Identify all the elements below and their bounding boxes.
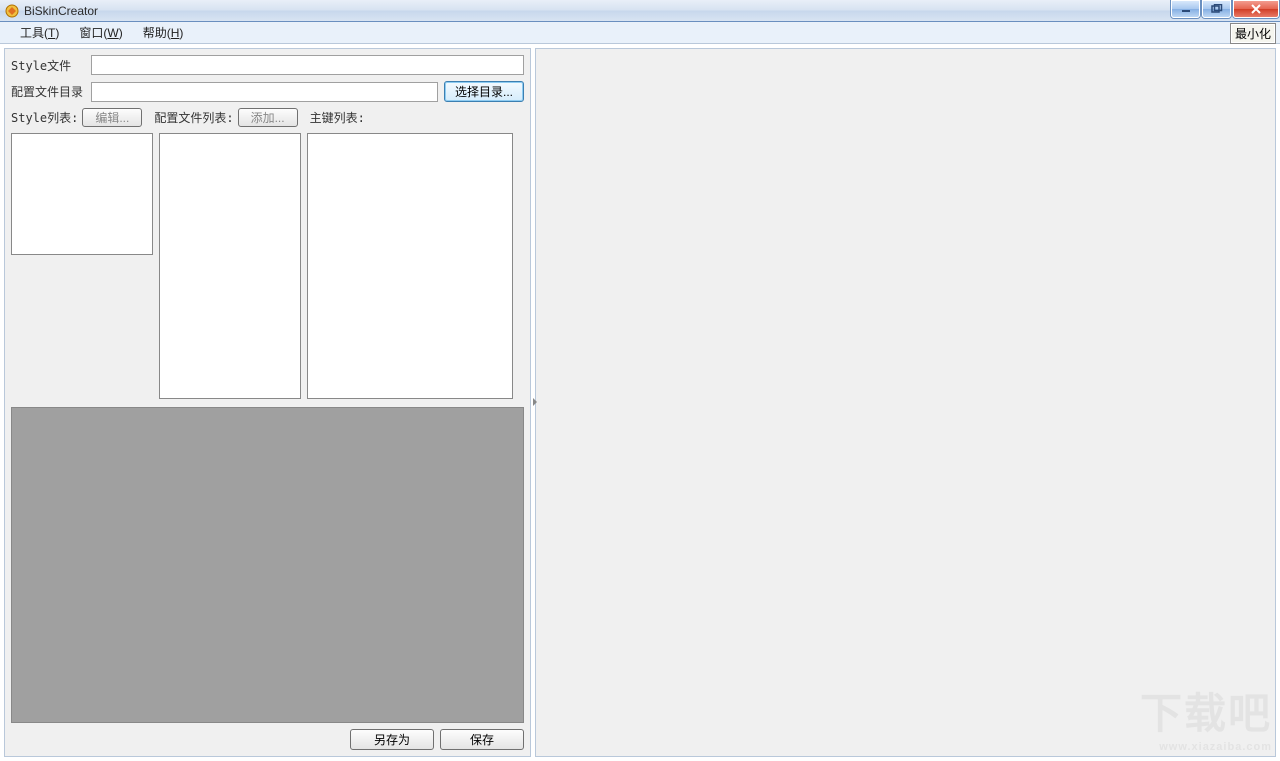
titlebar: BiSkinCreator bbox=[0, 0, 1280, 22]
close-button[interactable] bbox=[1233, 0, 1279, 18]
minimize-corner-button[interactable]: 最小化 bbox=[1230, 23, 1276, 44]
choose-directory-button[interactable]: 选择目录... bbox=[444, 81, 524, 102]
config-listbox[interactable] bbox=[159, 133, 301, 399]
right-panel bbox=[535, 48, 1276, 757]
style-list-label: Style列表: bbox=[11, 109, 78, 126]
save-button[interactable]: 保存 bbox=[440, 729, 524, 750]
app-icon bbox=[4, 3, 20, 19]
edit-style-button[interactable]: 编辑... bbox=[82, 108, 142, 127]
main-area: Style文件 配置文件目录 选择目录... Style列表: 编辑... 配置… bbox=[0, 44, 1280, 761]
left-panel: Style文件 配置文件目录 选择目录... Style列表: 编辑... 配置… bbox=[4, 48, 531, 757]
add-config-button[interactable]: 添加... bbox=[238, 108, 298, 127]
splitter-handle[interactable] bbox=[532, 395, 538, 403]
window-controls bbox=[1171, 0, 1279, 18]
config-dir-input[interactable] bbox=[91, 82, 438, 102]
style-file-input[interactable] bbox=[91, 55, 524, 75]
config-dir-label: 配置文件目录 bbox=[11, 83, 85, 100]
key-listbox[interactable] bbox=[307, 133, 513, 399]
minimize-button[interactable] bbox=[1171, 0, 1200, 18]
style-file-label: Style文件 bbox=[11, 57, 85, 74]
window-title: BiSkinCreator bbox=[24, 4, 98, 18]
save-as-button[interactable]: 另存为 bbox=[350, 729, 434, 750]
menu-window[interactable]: 窗口(W) bbox=[69, 22, 132, 43]
style-listbox[interactable] bbox=[11, 133, 153, 255]
key-list-label: 主键列表: bbox=[310, 109, 365, 126]
maximize-button[interactable] bbox=[1202, 0, 1231, 18]
menu-help[interactable]: 帮助(H) bbox=[133, 22, 194, 43]
preview-area bbox=[11, 407, 524, 723]
lists-row bbox=[11, 133, 524, 399]
menu-tools[interactable]: 工具(T) bbox=[10, 22, 69, 43]
config-list-label: 配置文件列表: bbox=[154, 109, 233, 126]
menubar: 工具(T) 窗口(W) 帮助(H) 最小化 bbox=[0, 22, 1280, 44]
